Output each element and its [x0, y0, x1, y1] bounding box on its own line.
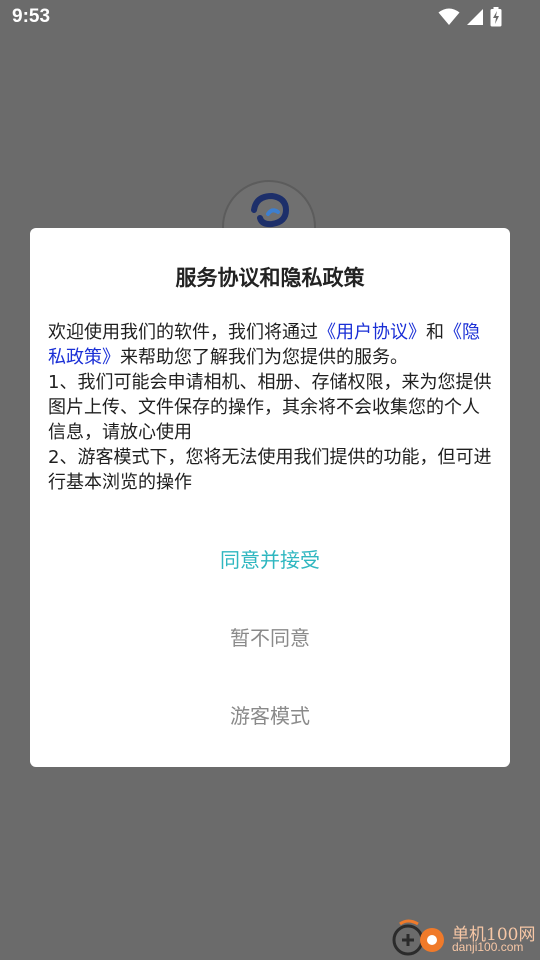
status-bar: 9:53: [0, 0, 540, 36]
intro-suffix: 来帮助您了解我们为您提供的服务。: [120, 347, 408, 368]
screen: 9:53 服务协议和隐私政策 欢迎使用我们的软件，我们将通过《用户协议》和《隐私…: [0, 0, 540, 960]
accept-button[interactable]: 同意并接受: [30, 538, 510, 582]
dialog-item-1: 1、我们可能会申请相机、相册、存储权限，来为您提供图片上传、文件保存的操作，其余…: [48, 372, 492, 443]
privacy-dialog: 服务协议和隐私政策 欢迎使用我们的软件，我们将通过《用户协议》和《隐私政策》来帮…: [30, 228, 510, 767]
status-time: 9:53: [12, 6, 51, 27]
decline-button[interactable]: 暂不同意: [30, 616, 510, 660]
battery-charging-icon: [490, 7, 502, 27]
watermark-url: danji100.com: [452, 940, 524, 954]
dialog-item-2: 2、游客模式下，您将无法使用我们提供的功能，但可进行基本浏览的操作: [48, 447, 492, 493]
dialog-title: 服务协议和隐私政策: [175, 266, 365, 290]
wifi-icon: [438, 8, 460, 26]
watermark-logo-icon: [390, 918, 448, 960]
user-agreement-link[interactable]: 《用户协议》: [318, 322, 426, 343]
guest-mode-button[interactable]: 游客模式: [30, 694, 510, 738]
status-icons: [438, 7, 502, 27]
dialog-intro: 欢迎使用我们的软件，我们将通过《用户协议》和《隐私政策》来帮助您了解我们为您提供…: [48, 320, 494, 370]
dialog-body: 欢迎使用我们的软件，我们将通过《用户协议》和《隐私政策》来帮助您了解我们为您提供…: [48, 320, 494, 495]
signal-icon: [466, 8, 484, 26]
watermark: 单机100网 danji100.com: [390, 916, 540, 960]
intro-prefix: 欢迎使用我们的软件，我们将通过: [48, 322, 318, 343]
intro-connector: 和: [426, 322, 444, 343]
